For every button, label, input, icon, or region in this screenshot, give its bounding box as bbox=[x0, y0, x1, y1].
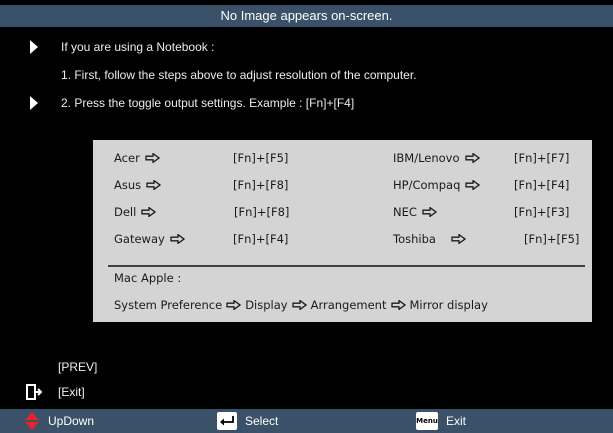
arrow-right-icon bbox=[464, 153, 480, 163]
shortcut-keys: [Fn]+[F4] bbox=[233, 232, 289, 246]
brand-label: Asus bbox=[114, 178, 142, 192]
shortcut-keys: [Fn]+[F8] bbox=[233, 178, 289, 192]
shortcut-brand: IBM/Lenovo bbox=[393, 151, 480, 165]
shortcut-keys: [Fn]+[F4] bbox=[514, 178, 570, 192]
instruction-notebook: If you are using a Notebook : bbox=[61, 40, 215, 54]
bullet-icon bbox=[30, 40, 38, 54]
exit-door-icon bbox=[26, 384, 43, 400]
arrow-right-icon bbox=[145, 153, 160, 163]
footer-exit: Menu Exit bbox=[416, 409, 466, 433]
divider bbox=[108, 265, 585, 267]
instruction-step-1: 1. First, follow the steps above to adju… bbox=[61, 68, 417, 82]
shortcut-keys: [Fn]+[F3] bbox=[514, 205, 570, 219]
brand-label: NEC bbox=[393, 205, 417, 219]
page-title: No Image appears on-screen. bbox=[220, 8, 393, 23]
footer-select: Select bbox=[217, 409, 278, 433]
brand-label: Gateway bbox=[114, 232, 165, 246]
arrow-right-icon bbox=[170, 234, 185, 244]
arrow-right-icon bbox=[146, 180, 162, 190]
shortcut-brand: Acer bbox=[114, 151, 160, 165]
arrow-right-icon bbox=[141, 207, 157, 217]
exit-link[interactable]: [Exit] bbox=[58, 385, 85, 399]
footer-updown: UpDown bbox=[24, 409, 94, 433]
brand-label: Toshiba bbox=[393, 232, 436, 246]
shortcut-keys: [Fn]+[F5] bbox=[233, 151, 289, 165]
instruction-step-2: 2. Press the toggle output settings. Exa… bbox=[61, 96, 355, 110]
prev-link[interactable]: [PREV] bbox=[58, 360, 97, 374]
arrow-right-icon bbox=[291, 300, 307, 310]
notebook-shortcut-panel: Acer [Fn]+[F5] Asus [Fn]+[F8] Dell [Fn]+… bbox=[93, 140, 592, 322]
path-step: System Preference bbox=[114, 298, 223, 312]
brand-label: Acer bbox=[114, 151, 140, 165]
shortcut-brand: Gateway bbox=[114, 232, 185, 246]
bullet-icon bbox=[30, 96, 38, 110]
shortcut-brand: HP/Compaq bbox=[393, 178, 481, 192]
footer-updown-label: UpDown bbox=[48, 414, 95, 428]
brand-label: HP/Compaq bbox=[393, 178, 461, 192]
enter-arrow-icon bbox=[220, 416, 234, 426]
path-step: Display bbox=[245, 298, 288, 312]
path-step: Arrangement bbox=[310, 298, 387, 312]
shortcut-keys: [Fn]+[F8] bbox=[234, 205, 290, 219]
footer-exit-label: Exit bbox=[446, 414, 467, 428]
arrow-right-icon bbox=[226, 300, 242, 310]
shortcut-keys: [Fn]+[F5] bbox=[524, 232, 580, 246]
shortcut-brand: Toshiba bbox=[393, 232, 466, 246]
shortcut-brand: NEC bbox=[393, 205, 437, 219]
footer-select-label: Select bbox=[245, 414, 279, 428]
menu-key-icon: Menu bbox=[416, 412, 438, 430]
brand-label: IBM/Lenovo bbox=[393, 151, 460, 165]
mac-label: Mac Apple : bbox=[114, 271, 182, 285]
arrow-right-icon bbox=[390, 300, 406, 310]
title-bar: No Image appears on-screen. bbox=[0, 5, 613, 27]
footer-help-bar: UpDown Select Menu Exit bbox=[0, 409, 613, 433]
enter-key-icon bbox=[217, 412, 237, 430]
updown-arrows-icon bbox=[25, 412, 39, 430]
menu-key-label: Menu bbox=[416, 417, 438, 425]
arrow-right-icon bbox=[422, 207, 437, 217]
arrow-right-icon bbox=[465, 180, 481, 190]
brand-label: Dell bbox=[114, 205, 137, 219]
shortcut-brand: Dell bbox=[114, 205, 157, 219]
mac-mirror-path: System Preference Display Arrangement Mi… bbox=[114, 298, 488, 312]
shortcut-brand: Asus bbox=[114, 178, 162, 192]
shortcut-keys: [Fn]+[F7] bbox=[514, 151, 570, 165]
path-step: Mirror display bbox=[409, 298, 488, 312]
arrow-right-icon bbox=[451, 234, 466, 244]
